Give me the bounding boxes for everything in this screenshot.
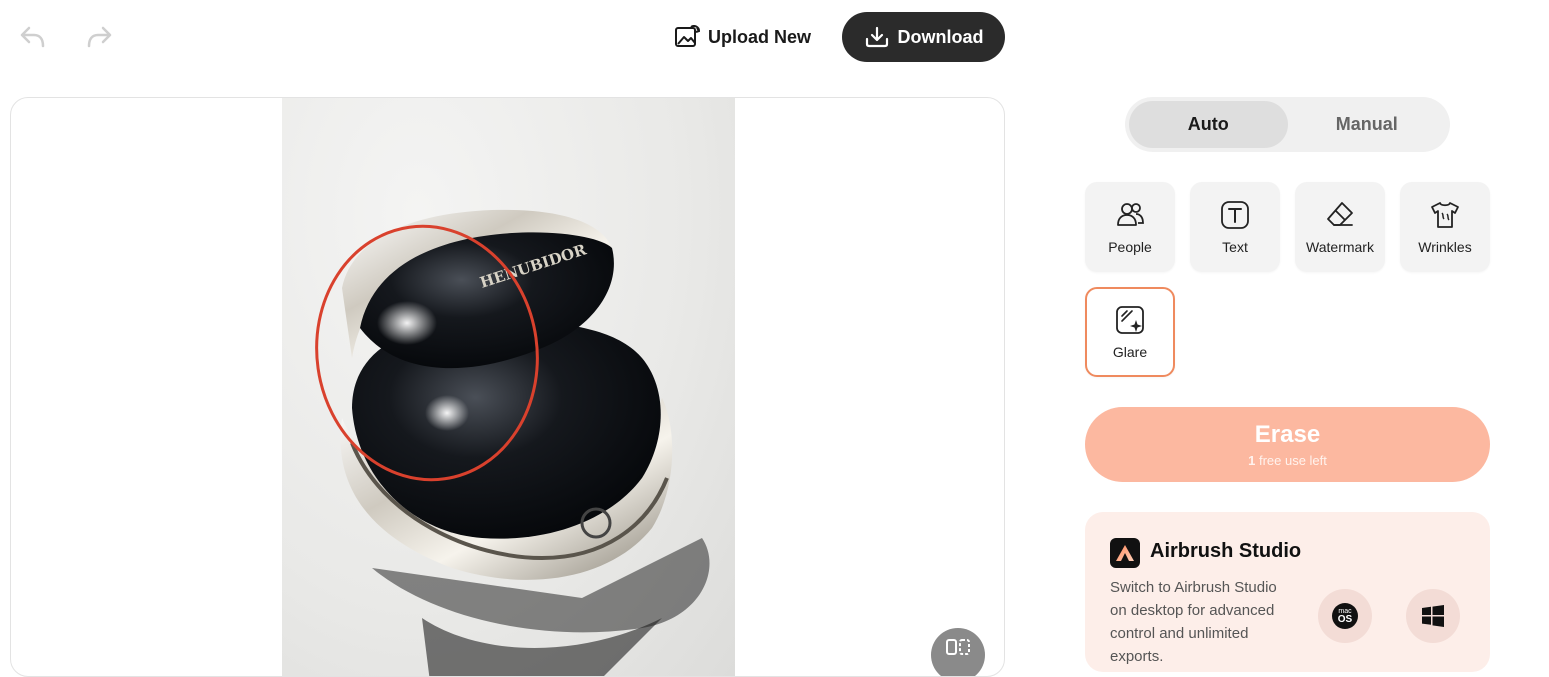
upload-new-label: Upload New: [708, 26, 812, 47]
upload-image-icon: [675, 25, 700, 47]
tool-wrinkles[interactable]: Wrinkles: [1400, 182, 1490, 272]
upload-new-button[interactable]: Upload New: [664, 12, 821, 62]
redo-button[interactable]: [82, 20, 116, 54]
mode-auto-tab[interactable]: Auto: [1129, 101, 1288, 148]
free-uses-left: 1 free use left: [1248, 453, 1327, 468]
macos-download-button[interactable]: mac OS: [1318, 589, 1372, 643]
undo-button[interactable]: [16, 20, 50, 54]
tool-watermark[interactable]: Watermark: [1295, 182, 1385, 272]
mode-toggle: Auto Manual: [1125, 97, 1450, 152]
undo-icon: [20, 26, 45, 48]
image-canvas[interactable]: HENUBIDOR: [10, 97, 1005, 677]
windows-icon: [1422, 605, 1444, 627]
erase-label: Erase: [1254, 421, 1321, 448]
promo-description: Switch to Airbrush Studio on desktop for…: [1110, 579, 1277, 665]
tool-wrinkles-label: Wrinkles: [1418, 239, 1472, 255]
compare-button[interactable]: [931, 628, 985, 676]
windows-download-button[interactable]: [1406, 589, 1460, 643]
glare-icon: [1116, 306, 1144, 334]
people-icon: [1117, 203, 1144, 226]
free-uses-text: free use left: [1258, 453, 1327, 468]
shirt-icon: [1431, 202, 1459, 228]
tool-glare[interactable]: Glare: [1085, 287, 1175, 377]
free-uses-count: 1: [1248, 453, 1256, 468]
tool-people-label: People: [1108, 239, 1152, 255]
tool-people[interactable]: People: [1085, 182, 1175, 272]
download-icon: [865, 26, 888, 48]
earbuds-case-image: HENUBIDOR: [315, 209, 710, 676]
tool-text[interactable]: Text: [1190, 182, 1280, 272]
erase-button[interactable]: Erase 1 free use left: [1085, 407, 1490, 482]
airbrush-studio-promo: Airbrush Studio Switch to Airbrush Studi…: [1085, 512, 1490, 672]
airbrush-logo-icon: [1110, 538, 1140, 568]
mode-manual-tab[interactable]: Manual: [1288, 101, 1447, 148]
macos-icon: mac OS: [1332, 603, 1358, 629]
eraser-icon: [1327, 202, 1353, 226]
tool-watermark-label: Watermark: [1306, 239, 1374, 255]
product-photo: HENUBIDOR: [282, 98, 735, 676]
download-label: Download: [897, 26, 984, 47]
download-button[interactable]: Download: [842, 12, 1005, 62]
top-toolbar: Upload New Download: [0, 0, 1549, 75]
tool-text-label: Text: [1222, 239, 1248, 255]
tool-glare-label: Glare: [1112, 344, 1148, 360]
compare-icon: [946, 639, 970, 655]
promo-title: Airbrush Studio: [1150, 540, 1302, 562]
macos-icon-bottom: OS: [1337, 613, 1353, 625]
redo-icon: [87, 26, 112, 48]
text-icon: [1221, 201, 1249, 229]
